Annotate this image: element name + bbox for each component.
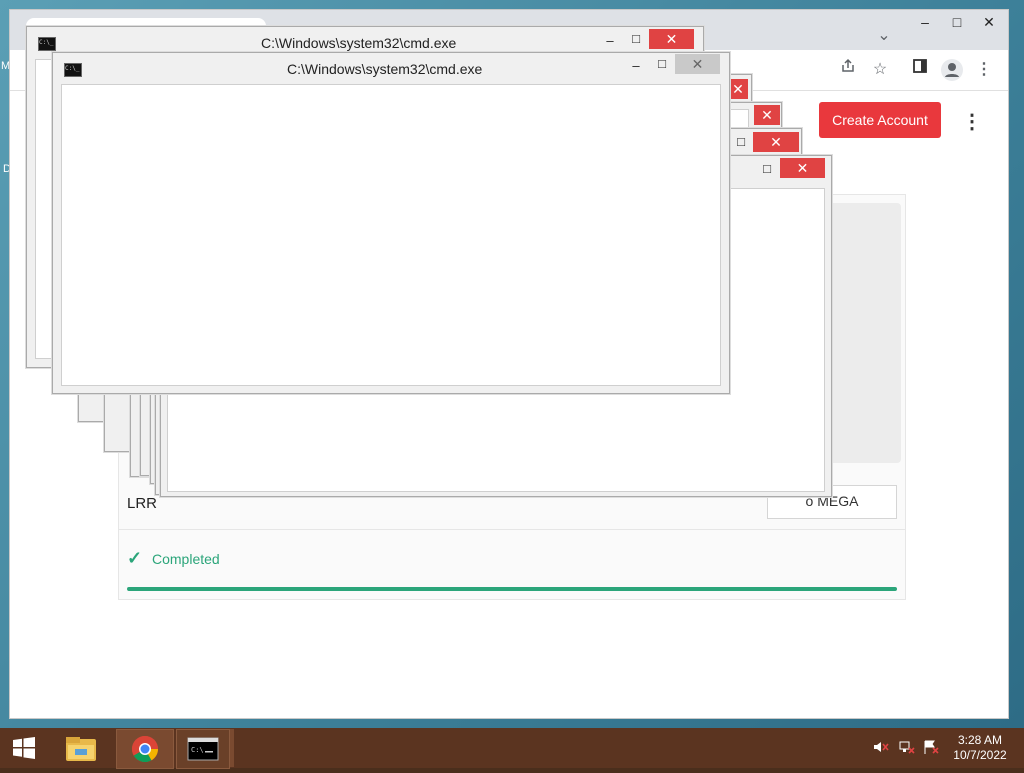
maximize-button[interactable]: □ <box>940 10 974 34</box>
window-title: C:\Windows\system32\cmd.exe <box>261 35 457 51</box>
menu-icon[interactable]: ⋮ <box>972 58 996 82</box>
network-icon[interactable] <box>898 739 916 758</box>
maximize-button[interactable]: □ <box>730 132 752 152</box>
close-button[interactable]: ✕ <box>649 29 694 49</box>
close-button[interactable]: ✕ <box>754 105 780 125</box>
svg-text:C:\: C:\ <box>191 746 204 754</box>
maximize-button[interactable]: □ <box>625 29 647 49</box>
desktop-edge-letter: M <box>1 60 11 72</box>
maximize-button[interactable]: □ <box>651 54 673 74</box>
progress-bar <box>127 587 897 591</box>
close-button[interactable]: ✕ <box>728 79 748 99</box>
cmd-icon: C:\_ <box>64 63 82 77</box>
cmd-console <box>61 84 721 386</box>
clock-date: 10/7/2022 <box>953 748 1007 762</box>
cmd-icon[interactable]: C:\ <box>176 729 230 769</box>
status-text: Completed <box>152 551 220 567</box>
chrome-icon[interactable] <box>116 729 174 769</box>
file-explorer-icon[interactable] <box>58 729 104 767</box>
minimize-button[interactable]: – <box>908 10 942 34</box>
close-button[interactable]: ✕ <box>780 158 825 178</box>
taskbar: C:\ 3:28 AM 10/7/2022 <box>0 728 1024 769</box>
window-title: C:\Windows\system32\cmd.exe <box>287 61 483 77</box>
clock[interactable]: 3:28 AM 10/7/2022 <box>948 733 1012 763</box>
cmd-window[interactable]: C:\_ C:\Windows\system32\cmd.exe – □ ✕ <box>52 52 730 394</box>
more-options-icon[interactable]: ⋮ <box>960 109 984 133</box>
chevron-down-icon[interactable]: ⌄ <box>872 24 896 48</box>
minimize-button[interactable]: – <box>599 31 621 51</box>
close-button[interactable]: ✕ <box>753 132 799 152</box>
progress-track <box>127 587 897 591</box>
close-button[interactable]: ✕ <box>972 10 1006 34</box>
divider <box>119 529 905 530</box>
close-button[interactable]: ✕ <box>675 54 720 74</box>
checkmark-icon: ✓ <box>127 548 143 568</box>
share-icon[interactable] <box>836 58 860 82</box>
create-account-button[interactable]: Create Account <box>819 102 941 138</box>
profile-icon[interactable] <box>941 59 963 81</box>
speaker-muted-icon[interactable] <box>872 739 890 758</box>
start-icon[interactable] <box>4 729 44 767</box>
taskbar-stacked-indicator <box>230 729 234 767</box>
minimize-button[interactable]: – <box>625 56 647 76</box>
file-name: LRR <box>127 495 158 512</box>
sidepanel-icon[interactable] <box>908 58 932 82</box>
maximize-button[interactable]: □ <box>756 159 778 179</box>
action-center-flag-icon[interactable] <box>922 739 940 758</box>
clock-time: 3:28 AM <box>957 733 1003 747</box>
cmd-icon: C:\_ <box>38 37 56 51</box>
bookmark-star-icon[interactable]: ☆ <box>868 58 892 82</box>
